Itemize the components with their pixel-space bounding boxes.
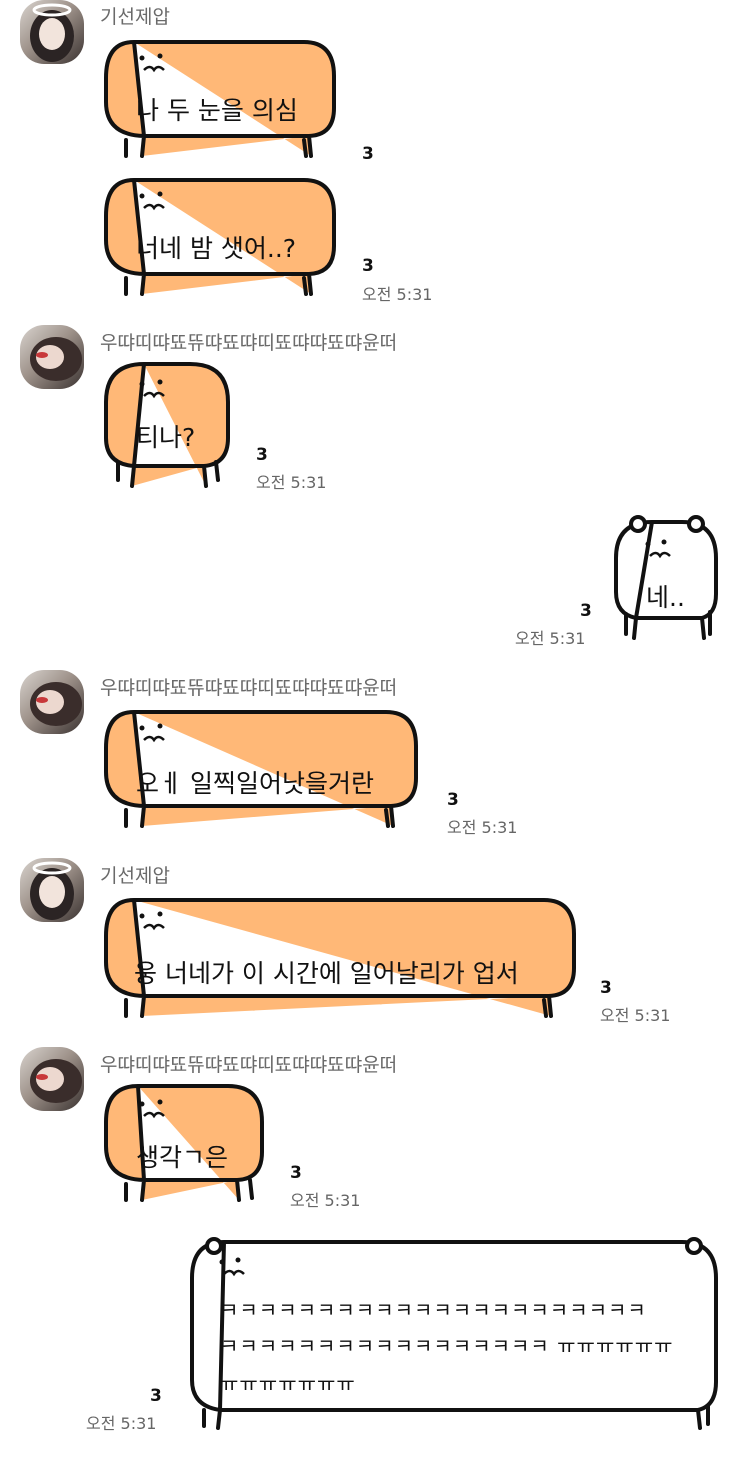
timestamp: 오전 5:31 (447, 818, 518, 837)
unread-count: 3 (362, 256, 374, 276)
timestamp: 오전 5:31 (362, 285, 433, 304)
unread-count: 3 (150, 1386, 162, 1406)
message-bubble[interactable]: 네.. (612, 514, 722, 642)
unread-count: 3 (447, 790, 459, 810)
message-bubble[interactable]: 웅 너네가 이 시간에 일어날리가 업서 (104, 898, 576, 1018)
message-text-line: ㅠㅠㅠㅠㅠㅠㅠ (220, 1372, 356, 1396)
timestamp: 오전 5:31 (86, 1414, 157, 1433)
timestamp: 오전 5:31 (515, 629, 586, 648)
avatar[interactable] (20, 325, 84, 389)
sender-name: 우땨띠땨뚀뜌땨뚀땨띠뚀땨땨뚀땨윤떠 (100, 677, 398, 699)
unread-count: 3 (256, 445, 268, 465)
avatar[interactable] (20, 1047, 84, 1111)
message-text: 나 두 눈을 의심 (136, 96, 298, 125)
timestamp: 오전 5:31 (600, 1006, 671, 1025)
timestamp: 오전 5:31 (290, 1191, 361, 1210)
unread-count: 3 (290, 1163, 302, 1183)
message-bubble[interactable]: 생각ㄱ은 (104, 1084, 264, 1202)
sender-name: 기선제압 (100, 6, 170, 28)
message-bubble[interactable]: 오ㅔ 일찍일어낫을거란 (104, 710, 418, 828)
message-text: 오ㅔ 일찍일어낫을거란 (136, 769, 374, 798)
message-text-line: ㅋㅋㅋㅋㅋㅋㅋㅋㅋㅋㅋㅋㅋㅋㅋㅋㅋ ㅠㅠㅠㅠㅠㅠ (220, 1334, 674, 1358)
message-text: 생각ㄱ은 (136, 1143, 229, 1172)
unread-count: 3 (580, 601, 592, 621)
message-text: 너네 밤 샛어..? (136, 234, 297, 263)
avatar[interactable] (20, 858, 84, 922)
unread-count: 3 (600, 978, 612, 998)
avatar[interactable] (20, 670, 84, 734)
sender-name: 우땨띠땨뚀뜌땨뚀땨띠뚀땨땨뚀땨윤떠 (100, 1054, 398, 1076)
sender-name: 기선제압 (100, 865, 170, 887)
message-bubble[interactable]: 너네 밤 샛어..? (104, 178, 336, 296)
message-bubble[interactable]: 티나? (104, 362, 230, 488)
message-text: 네.. (646, 583, 685, 612)
sender-name: 우땨띠땨뚀뜌땨뚀땨띠뚀땨땨뚀땨윤떠 (100, 332, 398, 354)
avatar[interactable] (20, 0, 84, 64)
timestamp: 오전 5:31 (256, 473, 327, 492)
message-text: 티나? (136, 423, 196, 452)
message-bubble[interactable]: 나 두 눈을 의심 (104, 40, 336, 158)
message-text-line: ㅋㅋㅋㅋㅋㅋㅋㅋㅋㅋㅋㅋㅋㅋㅋㅋㅋㅋㅋㅋㅋㅋ (220, 1298, 647, 1322)
message-bubble[interactable]: ㅋㅋㅋㅋㅋㅋㅋㅋㅋㅋㅋㅋㅋㅋㅋㅋㅋㅋㅋㅋㅋㅋ ㅋㅋㅋㅋㅋㅋㅋㅋㅋㅋㅋㅋㅋㅋㅋㅋㅋ… (188, 1234, 720, 1430)
unread-count: 3 (362, 144, 374, 164)
message-text: 웅 너네가 이 시간에 일어날리가 업서 (134, 959, 519, 988)
